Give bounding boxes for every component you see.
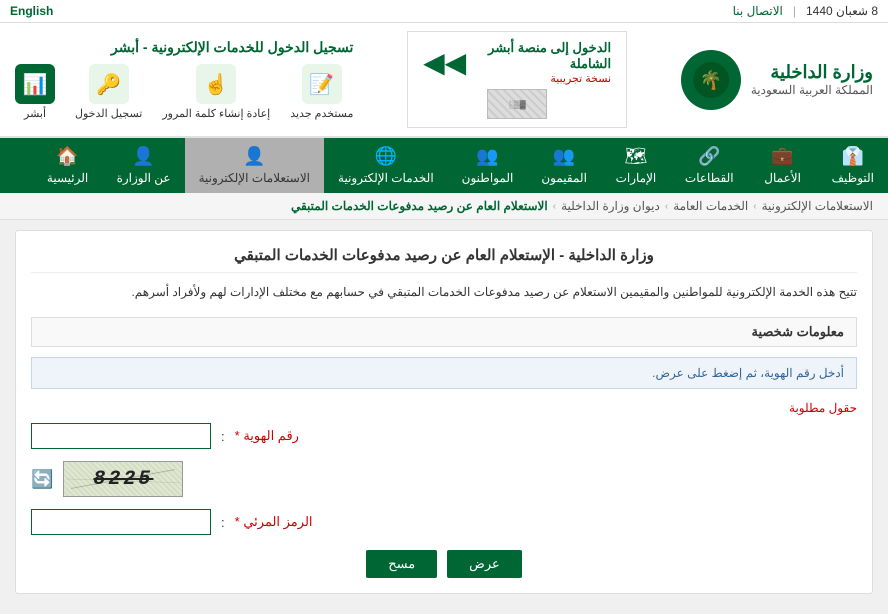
- reset-password-icon: ☝: [196, 64, 236, 104]
- nav-item-residents[interactable]: 👥 المقيمون: [527, 138, 601, 193]
- nav-item-sectors[interactable]: 🔗 القطاعات: [671, 138, 748, 193]
- ministry-name: وزارة الداخلية: [751, 62, 873, 83]
- breadcrumb-sep-2: ›: [553, 201, 556, 212]
- hint-box: أدخل رقم الهوية، ثم إضغط على عرض.: [31, 357, 857, 389]
- top-bar-left: 8 شعبان 1440 | الاتصال بنا: [733, 4, 878, 18]
- citizens-icon: 👥: [476, 146, 498, 167]
- about-icon: 👤: [132, 146, 154, 167]
- nav-bar: 👔 التوظيف 💼 الأعمال 🔗 القطاعات 🗺 الإمارا…: [0, 138, 888, 193]
- svg-text:🌴: 🌴: [700, 69, 722, 90]
- breadcrumb-sep-0: ›: [753, 201, 756, 212]
- ministry-sub: المملكة العربية السعودية: [751, 83, 873, 97]
- login-icon-signin[interactable]: 🔑 تسجيل الدخول: [75, 64, 142, 120]
- nav-item-home[interactable]: 🏠 الرئيسية: [33, 138, 103, 193]
- breadcrumb-current: الاستعلام العام عن رصيد مدفوعات الخدمات …: [291, 199, 548, 213]
- id-number-label: رقم الهوية *: [235, 428, 299, 444]
- breadcrumb-sep-1: ›: [665, 201, 668, 212]
- absher-banner-title: الدخول إلى منصة أبشر الشاملة: [474, 40, 611, 72]
- nav-label-sectors: القطاعات: [685, 171, 734, 185]
- absher-banner-sub: نسخة تجريبية: [474, 72, 611, 85]
- login-icon-new-user[interactable]: 📝 مستخدم جديد: [290, 64, 353, 120]
- visual-code-label: الرمز المرئي *: [235, 514, 313, 530]
- captcha-row: 8225 🔄: [31, 461, 857, 497]
- captcha-image: 8225: [63, 461, 183, 497]
- contact-link[interactable]: الاتصال بنا: [733, 4, 783, 18]
- nav-label-eservices: الخدمات الإلكترونية: [338, 171, 434, 185]
- nav-label-residents: المقيمون: [541, 171, 587, 185]
- nav-item-about[interactable]: 👤 عن الوزارة: [103, 138, 185, 193]
- residents-icon: 👥: [553, 146, 575, 167]
- absher-banner[interactable]: الدخول إلى منصة أبشر الشاملة نسخة تجريبي…: [407, 31, 627, 128]
- absher-icon: 📊: [15, 64, 55, 104]
- login-icons: 📝 مستخدم جديد ☝ إعادة إنشاء كلمة المرور …: [15, 64, 353, 120]
- nav-item-inquiries[interactable]: 👤 الاستعلامات الإلكترونية: [185, 138, 324, 193]
- login-section: تسجيل الدخول للخدمات الإلكترونية - أبشر …: [15, 39, 353, 120]
- button-row: عرض مسح: [31, 550, 857, 578]
- home-icon: 🏠: [56, 146, 78, 167]
- date-text: 8 شعبان 1440: [806, 4, 878, 18]
- eservices-icon: 🌐: [375, 146, 397, 167]
- captcha-input[interactable]: [31, 509, 211, 535]
- new-user-label: مستخدم جديد: [290, 107, 353, 120]
- display-button[interactable]: عرض: [447, 550, 522, 578]
- business-icon: 💼: [771, 146, 793, 167]
- nav-item-business[interactable]: 💼 الأعمال: [748, 138, 818, 193]
- top-bar: 8 شعبان 1440 | الاتصال بنا English: [0, 0, 888, 23]
- form-section: رقم الهوية * : 8225 🔄 الرمز المرئي *: [31, 423, 857, 578]
- page-title: وزارة الداخلية - الإستعلام العام عن رصيد…: [31, 246, 857, 273]
- ministry-logo: وزارة الداخلية المملكة العربية السعودية …: [681, 50, 873, 110]
- nav-item-citizens[interactable]: 👥 المواطنون: [448, 138, 528, 193]
- section-header: معلومات شخصية: [31, 317, 857, 347]
- nav-label-emirates: الإمارات: [616, 171, 657, 185]
- nav-label-about: عن الوزارة: [117, 171, 171, 185]
- clear-button[interactable]: مسح: [366, 550, 437, 578]
- nav-label-inquiries: الاستعلامات الإلكترونية: [199, 171, 310, 185]
- new-user-icon: 📝: [302, 64, 342, 104]
- emirates-icon: 🗺: [624, 146, 647, 167]
- reset-password-label: إعادة إنشاء كلمة المرور: [162, 107, 270, 120]
- absher-banner-icon: ◀◀: [423, 46, 466, 79]
- main-content: وزارة الداخلية - الإستعلام العام عن رصيد…: [15, 230, 873, 594]
- id-colon: :: [221, 429, 225, 444]
- required-note: حقول مطلوبة: [31, 401, 857, 415]
- id-number-row: رقم الهوية * :: [31, 423, 857, 449]
- signin-icon: 🔑: [89, 64, 129, 104]
- page-description: تتيح هذه الخدمة الإلكترونية للمواطنين وا…: [31, 283, 857, 302]
- absher-label: أبشر: [24, 107, 46, 120]
- nav-label-home: الرئيسية: [47, 171, 88, 185]
- divider: |: [793, 4, 796, 18]
- employment-icon: 👔: [842, 146, 864, 167]
- breadcrumb-item-2[interactable]: ديوان وزارة الداخلية: [561, 199, 660, 213]
- nav-item-emirates[interactable]: 🗺 الإمارات: [601, 138, 671, 193]
- login-panel: وزارة الداخلية المملكة العربية السعودية …: [0, 23, 888, 138]
- inquiries-icon: 👤: [243, 146, 265, 167]
- login-panel-middle: الدخول إلى منصة أبشر الشاملة نسخة تجريبي…: [407, 31, 627, 128]
- captcha-colon: :: [221, 515, 225, 530]
- id-number-input[interactable]: [31, 423, 211, 449]
- nav-label-business: الأعمال: [764, 171, 801, 185]
- visual-code-row: الرمز المرئي * :: [31, 509, 857, 535]
- login-icon-absher[interactable]: 📊 أبشر: [15, 64, 55, 120]
- breadcrumb: الاستعلامات الإلكترونية › الخدمات العامة…: [0, 193, 888, 220]
- nav-item-employment[interactable]: 👔 التوظيف: [818, 138, 888, 193]
- nav-label-citizens: المواطنون: [462, 171, 514, 185]
- ministry-emblem: 🌴: [681, 50, 741, 110]
- lang-switch[interactable]: English: [10, 4, 53, 18]
- login-panel-title: تسجيل الدخول للخدمات الإلكترونية - أبشر: [15, 39, 353, 56]
- sectors-icon: 🔗: [698, 146, 720, 167]
- breadcrumb-item-1[interactable]: الخدمات العامة: [673, 199, 748, 213]
- breadcrumb-item-0[interactable]: الاستعلامات الإلكترونية: [762, 199, 873, 213]
- captcha-refresh-button[interactable]: 🔄: [31, 469, 53, 490]
- ministry-text: وزارة الداخلية المملكة العربية السعودية: [751, 62, 873, 97]
- signin-label: تسجيل الدخول: [75, 107, 142, 120]
- nav-label-employment: التوظيف: [832, 171, 874, 185]
- login-icon-reset-password[interactable]: ☝ إعادة إنشاء كلمة المرور: [162, 64, 270, 120]
- nav-item-eservices[interactable]: 🌐 الخدمات الإلكترونية: [324, 138, 448, 193]
